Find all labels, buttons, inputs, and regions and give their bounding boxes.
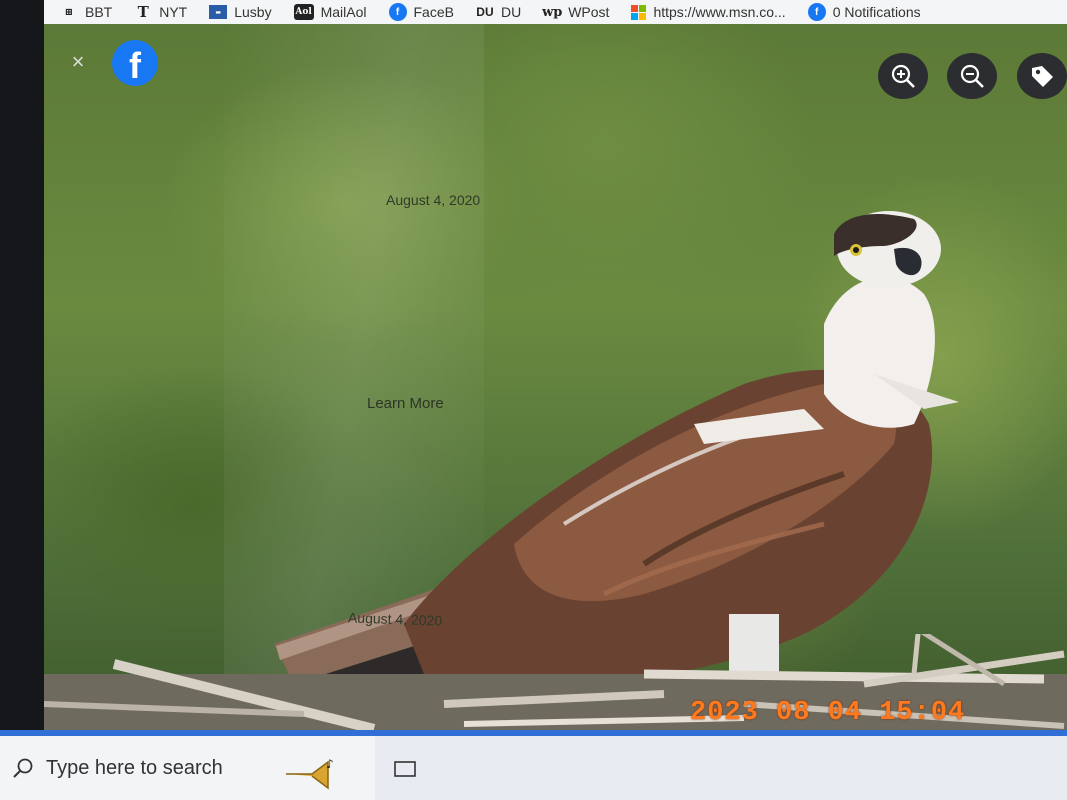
bookmark-notifications[interactable]: f 0 Notifications xyxy=(807,3,921,21)
lusby-icon: ▬ xyxy=(209,5,228,19)
svg-text:♪: ♪ xyxy=(326,757,334,771)
bookmark-lusby[interactable]: ▬ Lusby xyxy=(209,4,272,20)
osprey-photo xyxy=(274,211,959,724)
bookmarks-bar: ⊞ BBT T NYT ▬ Lusby Aol MailAol f FaceB … xyxy=(44,0,1067,24)
zoom-out-button[interactable] xyxy=(947,53,997,99)
search-icon xyxy=(13,758,33,778)
facebook-logo[interactable]: f xyxy=(112,40,158,86)
trumpet-icon: ♪ xyxy=(286,757,334,790)
learn-more-link[interactable]: Learn More xyxy=(367,395,444,412)
du-icon: DU xyxy=(476,5,494,19)
aol-icon: Aol xyxy=(293,4,314,20)
microsoft-icon xyxy=(631,4,647,20)
zoom-in-icon xyxy=(891,64,915,88)
app-icon[interactable] xyxy=(392,756,418,782)
bookmark-label: Lusby xyxy=(234,4,272,20)
bookmark-bbt[interactable]: ⊞ BBT xyxy=(60,4,112,20)
tag-button[interactable] xyxy=(1017,53,1067,99)
taskbar: Type here to search ♪ xyxy=(0,730,1067,800)
bookmark-label: 0 Notifications xyxy=(832,4,921,20)
wpost-icon: wp xyxy=(542,4,563,20)
post-date-caption: August 4, 2020 xyxy=(386,192,481,208)
bookmark-nyt[interactable]: T NYT xyxy=(134,3,188,21)
bookmark-label: WPost xyxy=(568,4,610,20)
tag-icon xyxy=(1032,66,1053,87)
bookmark-faceb[interactable]: f FaceB xyxy=(388,3,454,21)
facebook-icon: f xyxy=(388,3,407,21)
bookmark-mailaol[interactable]: Aol MailAol xyxy=(293,4,367,20)
bookmark-label: DU xyxy=(500,4,522,20)
zoom-in-button[interactable] xyxy=(878,53,928,99)
facebook-icon: f xyxy=(807,3,826,21)
bookmark-wpost[interactable]: wp WPost xyxy=(542,4,610,20)
close-button[interactable]: × xyxy=(66,50,90,74)
nyt-icon: T xyxy=(137,3,149,21)
bookmark-label: https://www.msn.co... xyxy=(653,4,786,20)
bbt-icon: ⊞ xyxy=(64,6,74,18)
bookmark-label: NYT xyxy=(159,4,188,20)
camera-timestamp: 2023 08 04 15:04 xyxy=(690,698,966,728)
search-placeholder: Type here to search xyxy=(46,756,223,779)
bookmark-label: MailAol xyxy=(320,4,367,20)
bookmark-label: FaceB xyxy=(413,4,454,20)
post-date-caption-secondary: August 4, 2020 xyxy=(347,609,443,629)
photo-viewer: × f August 4, 2020 Learn More August 4, … xyxy=(44,24,1067,730)
laptop-bezel xyxy=(0,0,44,800)
zoom-out-icon xyxy=(960,64,984,88)
bookmark-msn[interactable]: https://www.msn.co... xyxy=(631,4,786,20)
bookmark-label: BBT xyxy=(85,4,113,20)
bookmark-du[interactable]: DU DU xyxy=(476,4,521,20)
